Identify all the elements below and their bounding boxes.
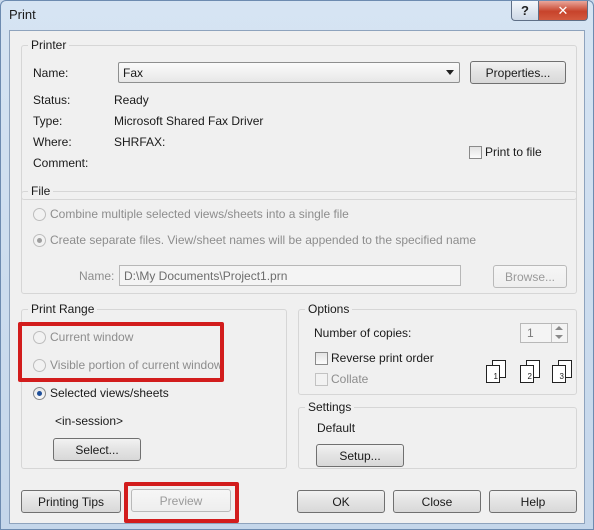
reverse-order-label: Reverse print order — [331, 351, 434, 365]
combine-files-radio[interactable] — [33, 208, 46, 221]
title-bar[interactable]: Print ? ✕ — [1, 1, 593, 29]
close-icon[interactable]: ✕ — [538, 1, 588, 21]
chevron-up-icon[interactable] — [555, 326, 563, 330]
type-label: Type: — [33, 114, 63, 128]
selected-views-radio[interactable] — [33, 387, 46, 400]
browse-button[interactable]: Browse... — [493, 265, 567, 288]
collate-page-3-icon: 3 — [552, 360, 574, 386]
combine-files-label: Combine multiple selected views/sheets i… — [50, 207, 349, 221]
ok-button[interactable]: OK — [297, 490, 385, 513]
file-name-label: Name: — [79, 269, 115, 283]
highlight-box-print-range — [18, 322, 224, 382]
help-icon[interactable]: ? — [511, 1, 539, 21]
file-name-value: D:\My Documents\Project1.prn — [124, 269, 288, 283]
spinner-buttons[interactable] — [551, 324, 567, 342]
collate-page-2-icon: 2 — [520, 360, 542, 386]
options-group: Options Number of copies: 1 Reverse prin… — [298, 302, 577, 395]
where-label: Where: — [33, 135, 72, 149]
chevron-down-icon — [446, 70, 454, 75]
where-value: SHRFAX: — [114, 135, 166, 149]
printer-group-label: Printer — [28, 38, 70, 52]
printing-tips-button[interactable]: Printing Tips — [21, 490, 121, 513]
select-button[interactable]: Select... — [53, 438, 141, 461]
file-name-input[interactable]: D:\My Documents\Project1.prn — [119, 265, 461, 286]
settings-group-label: Settings — [305, 400, 355, 414]
file-group-label: File — [28, 184, 54, 198]
properties-button[interactable]: Properties... — [470, 61, 566, 84]
copies-label: Number of copies: — [314, 326, 412, 340]
settings-value: Default — [317, 421, 356, 435]
print-dialog: Print ? ✕ Printer Name: Fax Properties..… — [0, 0, 594, 530]
printer-name-label: Name: — [33, 66, 69, 80]
printer-group: Printer Name: Fax Properties... Status: … — [21, 38, 577, 200]
chevron-down-icon[interactable] — [555, 335, 563, 339]
close-button[interactable]: Close — [393, 490, 481, 513]
print-to-file-label: Print to file — [485, 145, 542, 159]
copies-value: 1 — [527, 326, 534, 340]
type-value: Microsoft Shared Fax Driver — [114, 114, 264, 128]
options-group-label: Options — [305, 302, 353, 316]
status-value: Ready — [114, 93, 149, 107]
help-button[interactable]: Help — [489, 490, 577, 513]
file-group: File Combine multiple selected views/she… — [21, 184, 577, 294]
copies-stepper[interactable]: 1 — [520, 323, 568, 343]
collate-checkbox[interactable] — [315, 373, 328, 386]
setup-button[interactable]: Setup... — [316, 444, 404, 467]
print-to-file-checkbox[interactable] — [469, 146, 482, 159]
settings-group: Settings Default Setup... — [298, 400, 577, 469]
collate-page-1-icon: 1 — [486, 360, 508, 386]
separate-files-radio[interactable] — [33, 234, 46, 247]
session-label: <in-session> — [55, 414, 124, 428]
dialog-body: Printer Name: Fax Properties... Status: … — [9, 30, 585, 524]
printer-name-dropdown[interactable]: Fax — [118, 62, 460, 83]
reverse-order-checkbox[interactable] — [315, 352, 328, 365]
separate-files-label: Create separate files. View/sheet names … — [50, 233, 477, 247]
highlight-box-preview — [124, 482, 239, 523]
comment-label: Comment: — [33, 156, 89, 170]
window-title: Print — [9, 7, 36, 22]
selected-views-label: Selected views/sheets — [50, 386, 169, 400]
print-range-group-label: Print Range — [28, 302, 98, 316]
printer-name-value: Fax — [123, 66, 144, 80]
status-label: Status: — [33, 93, 71, 107]
collate-label: Collate — [331, 372, 369, 386]
